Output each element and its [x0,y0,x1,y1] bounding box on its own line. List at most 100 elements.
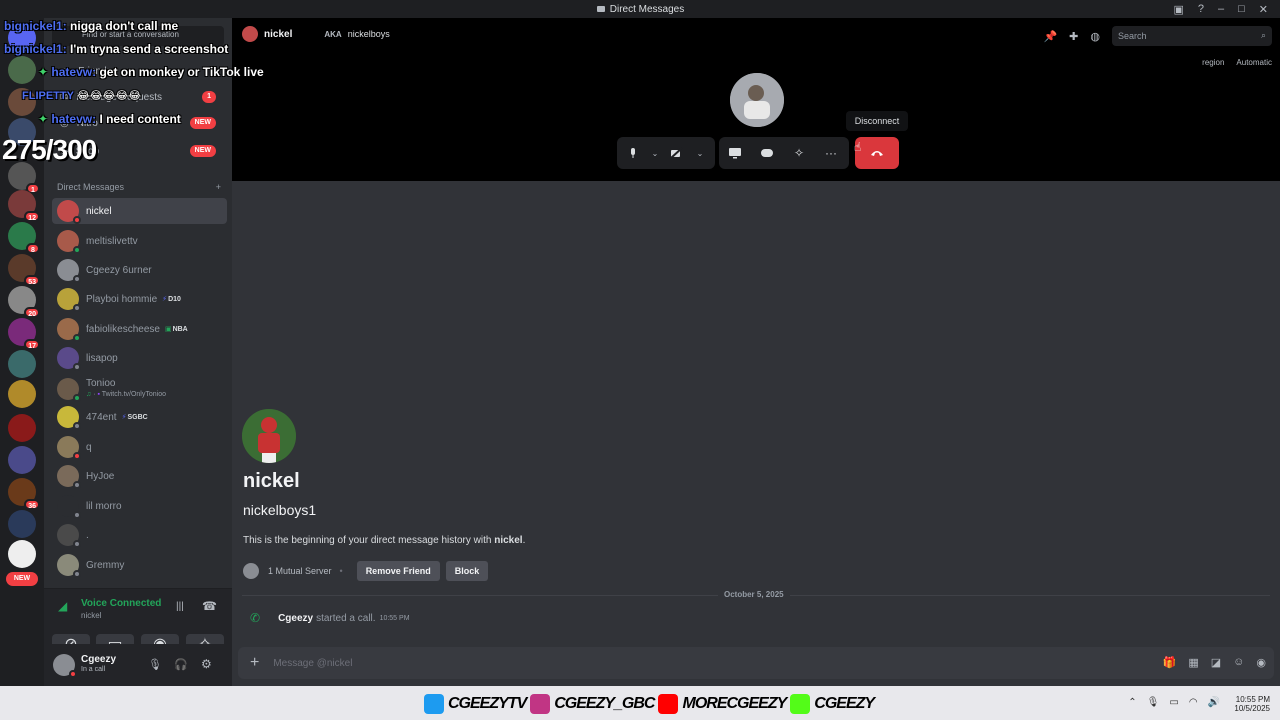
wifi-icon[interactable]: ◠ [1189,697,1198,708]
sparkle-icon: ✦ [38,65,49,79]
volume-icon[interactable]: 🔊 [1208,697,1220,708]
block-button[interactable]: Block [445,561,489,581]
server-icon[interactable]: 36 [8,478,40,510]
dm-item[interactable]: meltislivettv [52,228,227,254]
dm-item-nickel[interactable]: nickel [52,198,227,224]
dm-item[interactable]: lisapop [52,345,227,371]
dm-header-label: Direct Messages [57,182,125,192]
pin-icon[interactable]: 📌 [1043,30,1057,43]
gamepad-icon[interactable] [751,137,783,169]
dm-item[interactable]: . [52,522,227,548]
gift-icon[interactable]: 🎁 [1163,656,1177,669]
search-placeholder: Search [1118,31,1147,41]
remove-friend-button[interactable]: Remove Friend [356,561,440,581]
microphone-icon[interactable]: 🎙 [1147,697,1160,708]
tag-label: D10 [168,295,181,303]
chat-area: nickel nickelboys1 This is the beginning… [232,181,1280,686]
region-value[interactable]: Automatic [1236,58,1272,67]
dm-item[interactable]: lil morro [52,493,227,519]
server-icon[interactable]: 53 [8,254,40,286]
help-icon[interactable]: ? [1198,3,1204,15]
server-icon[interactable] [8,414,36,442]
dm-name: meltislivettv [86,235,138,247]
emoji-icon[interactable]: ☺ [1233,656,1244,669]
voice-status[interactable]: Voice Connected [81,598,161,609]
channel-header: nickel AKA nickelboys [242,26,390,42]
disconnect-voice-icon[interactable]: ☎ [202,599,217,613]
inbox-icon[interactable]: ▣ [1173,3,1183,16]
more-options-icon[interactable]: ··· [815,137,847,169]
chevron-up-icon[interactable]: ⌃ [1128,697,1136,708]
chat-text: I need content [99,112,181,126]
maximize-button[interactable]: □ [1238,3,1245,15]
server-icon[interactable]: 1 [8,162,40,194]
close-button[interactable]: ✕ [1259,3,1268,16]
dm-item[interactable]: Tonioo ♫ · ▪ Twitch.tv/OnlyTonioo [52,376,227,402]
tag-label: NBA [172,325,188,333]
stream-chat-line: ✦ hatevw: get on monkey or TikTok live [4,65,264,79]
dm-name: Tonioo [86,378,116,389]
server-icon[interactable]: 20 [8,286,40,318]
chevron-down-icon[interactable]: ⌄ [649,137,661,169]
create-dm-plus-icon[interactable]: + [216,182,221,192]
server-icon[interactable]: 17 [8,318,40,350]
call-participant-avatar[interactable] [730,73,784,127]
dm-item[interactable]: HyJoe [52,463,227,489]
server-icon[interactable] [8,540,36,568]
dm-name: lil morro [86,500,122,512]
dm-item[interactable]: Gremmy [52,552,227,578]
chat-text: get on monkey or TikTok live [99,65,264,79]
instagram-handle: CGEEZY_GBC [554,695,655,712]
dm-item[interactable]: Cgeezy 6urner [52,257,227,283]
soundboard-icon[interactable]: ✧ [783,137,815,169]
dm-name: nickel [86,205,112,217]
server-icon[interactable]: 8 [8,222,40,254]
app-window: Direct Messages ▣ ? – □ ✕ 1 12 8 53 20 1… [0,0,1280,720]
dm-name: Gremmy [86,559,125,571]
dm-item[interactable]: Playboi hommie ⚡ D10 [52,286,227,312]
disconnect-button[interactable] [855,137,899,169]
guild-tag: ⚡ SGBC [122,413,148,422]
region-label: region [1202,58,1225,67]
avatar [57,406,81,430]
apps-icon[interactable]: ◉ [1256,656,1266,669]
search-input[interactable]: Search ⌕ [1112,26,1272,46]
unread-badge: 36 [24,499,40,510]
tag-label: SGBC [127,413,148,421]
profile-avatar[interactable] [242,409,296,463]
dm-item[interactable]: q [52,434,227,460]
gif-icon[interactable]: ▦ [1188,656,1198,669]
minimize-button[interactable]: – [1218,3,1224,15]
dm-item[interactable]: 474ent ⚡ SGBC [52,404,227,430]
clock[interactable]: 10:55 PM 10/5/2025 [1234,695,1270,713]
microphone-icon[interactable]: 🎙 [148,658,162,671]
sticker-icon[interactable]: ◪ [1211,656,1221,669]
headphones-icon[interactable]: 🎧 [174,658,188,671]
screen-share-icon[interactable] [719,137,751,169]
message-author[interactable]: Cgeezy [278,613,313,624]
settings-gear-icon[interactable]: ⚙ [201,657,212,671]
add-friends-icon[interactable]: ✚ [1069,30,1078,43]
camera-off-icon[interactable] [661,137,693,169]
title-bar: Direct Messages ▣ ? – □ ✕ [0,0,1280,18]
microphone-icon[interactable] [617,137,649,169]
region-selector[interactable]: region Automatic [1202,58,1272,67]
mutual-servers-link[interactable]: 1 Mutual Server [268,566,332,576]
hang-up-icon [870,149,884,157]
message-input-placeholder[interactable]: Message @nickel [273,658,352,669]
user-name[interactable]: Cgeezy [81,654,116,665]
profile-icon[interactable]: ◍ [1090,30,1100,43]
server-icon[interactable] [8,510,36,538]
server-icon[interactable]: 12 [8,190,40,222]
header-name[interactable]: nickel [264,29,292,40]
server-icon[interactable] [8,380,36,408]
chevron-down-icon[interactable]: ⌄ [693,137,707,169]
display-icon[interactable]: ▭ [1169,697,1178,708]
noise-suppression-icon[interactable]: ||| [176,601,184,612]
user-avatar[interactable] [53,654,77,678]
server-icon[interactable] [8,446,36,474]
add-attachment-icon[interactable]: + [250,654,259,672]
dm-item[interactable]: fabiolikescheese ▣ NBA [52,316,227,342]
server-icon[interactable] [8,350,36,378]
message-composer[interactable]: + Message @nickel 🎁 ▦ ◪ ☺ ◉ [238,647,1274,679]
